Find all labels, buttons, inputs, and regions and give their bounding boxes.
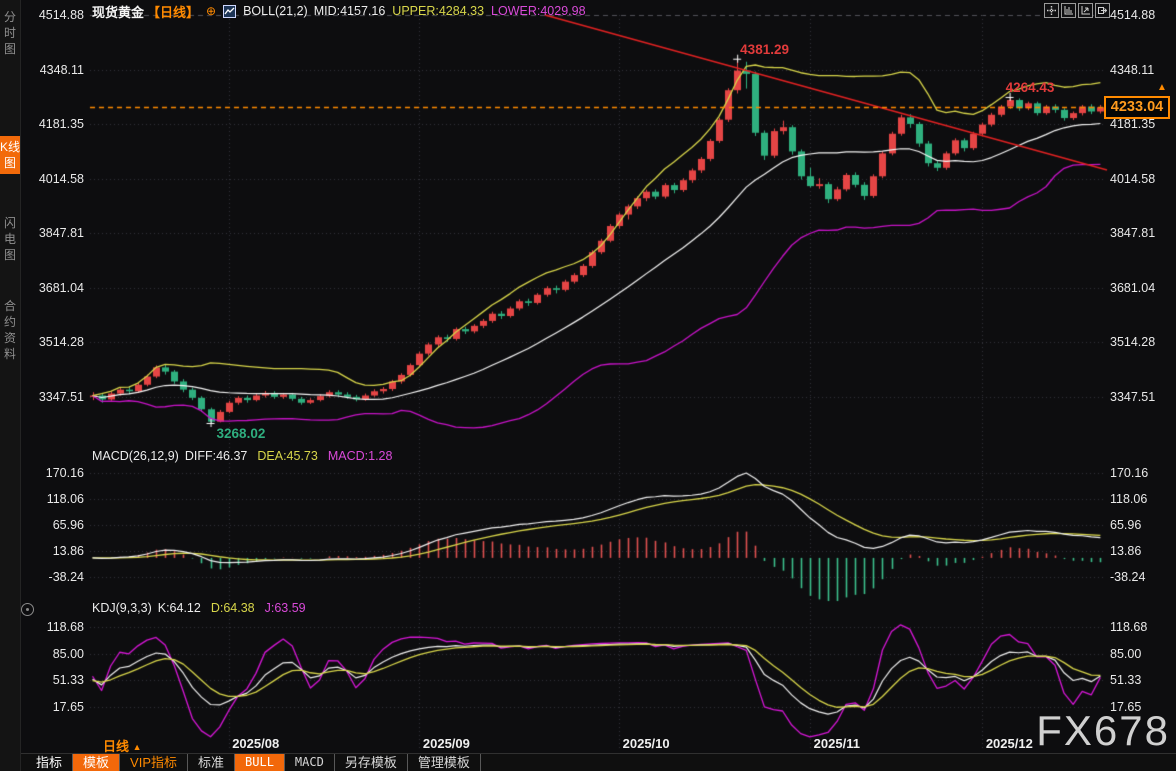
macd-axis-label-left: 13.86 (22, 544, 84, 558)
date-axis-label: 2025/12 (986, 736, 1033, 751)
circle-plus-icon[interactable]: ⊕ (206, 4, 216, 18)
macd-axis-label-right: 13.86 (1110, 544, 1141, 558)
period-badge: 【日线】 (147, 2, 199, 21)
current-price-tag: 4233.04 (1104, 96, 1170, 119)
price-axis-label-left: 4181.35 (22, 117, 84, 131)
macd-axis-label-left: 170.16 (22, 466, 84, 480)
price-axis-label-right: 4514.88 (1110, 8, 1155, 22)
macd-axis-label-right: 65.96 (1110, 518, 1141, 532)
price-axis-label-right: 3847.81 (1110, 226, 1155, 240)
kdj-axis-label-left: 118.68 (22, 620, 84, 634)
sidebar-tab-time-chart[interactable]: 分时图 (0, 6, 20, 60)
boll-upper-value: UPPER:4284.33 (392, 4, 484, 18)
price-axis-label-left: 4348.11 (22, 63, 84, 77)
date-axis-label: 2025/11 (814, 736, 860, 751)
boll-mid-value: MID:4157.16 (314, 4, 386, 18)
chart-type-icon[interactable] (223, 5, 236, 18)
fx678-watermark: FX678 (1036, 707, 1170, 755)
price-axis-label-left: 3847.81 (22, 226, 84, 240)
recent-high-annotation: 4264.43 (1006, 80, 1055, 95)
crosshair-move-icon[interactable] (1044, 3, 1059, 18)
date-axis-label: 2025/08 (232, 736, 279, 751)
price-axis-label-left: 3681.04 (22, 281, 84, 295)
tab-manage-template[interactable]: 管理模板 (408, 754, 481, 771)
kdj-d-value: D:64.38 (211, 601, 255, 615)
expand-pane-icon[interactable] (1095, 3, 1110, 18)
kdj-axis-label-right: 85.00 (1110, 647, 1141, 661)
price-axis-label-left: 4514.88 (22, 8, 84, 22)
pane-arrow-icon[interactable] (1078, 3, 1093, 18)
kdj-axis-label-left: 51.33 (22, 673, 84, 687)
tab-indicators[interactable]: 指标 (26, 754, 73, 771)
kdj-header: KDJ(9,3,3) K:64.12 D:64.38 J:63.59 (92, 601, 306, 615)
price-axis-label-right: 4348.11 (1110, 63, 1154, 77)
kdj-axis-label-left: 17.65 (22, 700, 84, 714)
price-axis-label-right: 3681.04 (1110, 281, 1155, 295)
price-axis-label-left: 4014.58 (22, 172, 84, 186)
sidebar-tab-kline-chart[interactable]: K线图 (0, 136, 20, 174)
macd-params: MACD(26,12,9) (92, 449, 179, 463)
tab-templates[interactable]: 模板 (73, 754, 120, 771)
kdj-j-value: J:63.59 (265, 601, 306, 615)
sidebar-tab-flash-chart[interactable]: 闪电图 (0, 212, 20, 266)
date-axis-label: 2025/09 (423, 736, 470, 751)
kdj-axis-label-right: 51.33 (1110, 673, 1141, 687)
single-pane-icon[interactable] (1061, 3, 1076, 18)
price-axis-label-right: 4181.35 (1110, 117, 1155, 131)
chart-header: 现货黄金 【日线】 ⊕ BOLL(21,2) MID:4157.16 UPPER… (92, 3, 586, 19)
chart-canvas[interactable] (0, 0, 1176, 771)
left-sidebar: 分时图 K线图 闪电图 合约资料 (0, 0, 21, 771)
tab-macd[interactable]: MACD (285, 754, 335, 771)
macd-axis-label-left: 65.96 (22, 518, 84, 532)
price-axis-label-right: 3347.51 (1110, 390, 1155, 404)
kdj-params: KDJ(9,3,3) (92, 601, 152, 615)
boll-params: BOLL(21,2) (243, 4, 308, 18)
chart-window: 分时图 K线图 闪电图 合约资料 现货黄金 【日线】 ⊕ BOLL(21,2) … (0, 0, 1176, 771)
symbol-name: 现货黄金 (92, 2, 144, 21)
macd-axis-label-right: 118.06 (1110, 492, 1147, 506)
macd-dea-value: DEA:45.73 (257, 449, 317, 463)
macd-header: MACD(26,12,9) DIFF:46.37 DEA:45.73 MACD:… (92, 449, 392, 463)
macd-diff-value: DIFF:46.37 (185, 449, 248, 463)
high-price-annotation: 4381.29 (740, 42, 789, 57)
boll-lower-value: LOWER:4029.98 (491, 4, 586, 18)
macd-axis-label-right: 170.16 (1110, 466, 1148, 480)
macd-axis-label-right: -38.24 (1110, 570, 1145, 584)
kdj-axis-label-left: 85.00 (22, 647, 84, 661)
layout-icon-group (1044, 3, 1110, 18)
kdj-k-value: K:64.12 (158, 601, 201, 615)
bottom-toolbar: 指标 模板 VIP指标 标准 BULL MACD 另存模板 管理模板 (20, 753, 1176, 771)
price-axis-label-right: 3514.28 (1110, 335, 1155, 349)
sidebar-tab-contract-info[interactable]: 合约资料 (0, 295, 20, 365)
macd-axis-label-left: 118.06 (22, 492, 84, 506)
tab-bull[interactable]: BULL (235, 754, 285, 771)
price-axis-label-left: 3514.28 (22, 335, 84, 349)
tab-save-template[interactable]: 另存模板 (335, 754, 408, 771)
price-axis-label-right: 4014.58 (1110, 172, 1155, 186)
price-axis-label-left: 3347.51 (22, 390, 84, 404)
low-price-annotation: 3268.02 (217, 426, 266, 441)
tab-vip-indicators[interactable]: VIP指标 (120, 754, 188, 771)
macd-axis-label-left: -38.24 (22, 570, 84, 584)
kdj-axis-label-right: 118.68 (1110, 620, 1147, 634)
date-axis-label: 2025/10 (623, 736, 670, 751)
panel-toggle-icon[interactable] (21, 603, 34, 616)
chevron-up-icon: ▲ (133, 742, 142, 752)
price-alert-arrow-icon[interactable]: ▲ (1157, 83, 1167, 93)
tab-standard[interactable]: 标准 (188, 754, 235, 771)
macd-value: MACD:1.28 (328, 449, 393, 463)
